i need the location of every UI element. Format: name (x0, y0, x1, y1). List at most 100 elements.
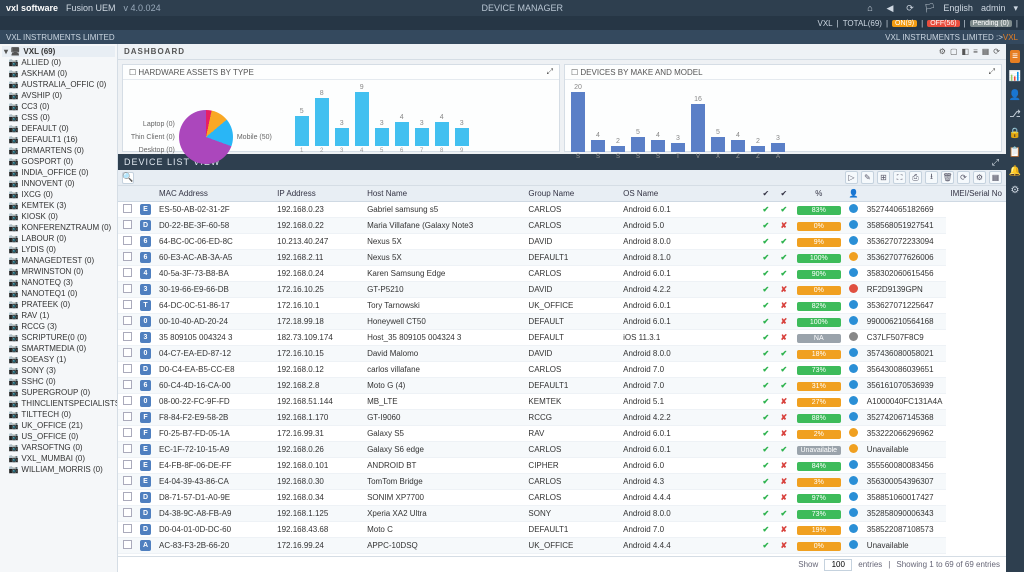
col-header[interactable]: % (793, 186, 845, 202)
rail-menu-icon[interactable]: ≡ (1010, 50, 1020, 63)
tree-item[interactable]: 📷KEMTEK (3) (2, 200, 115, 211)
dash-tool-icon[interactable]: ≡ (973, 47, 978, 56)
tree-item[interactable]: 📷SSHC (0) (2, 376, 115, 387)
table-row[interactable]: F F8-84-F2-E9-58-2B 192.168.1.170 GT-I90… (118, 410, 1006, 426)
rail-chart-icon[interactable]: 📊 (1009, 71, 1021, 82)
row-checkbox[interactable] (123, 364, 132, 373)
tree-item[interactable]: 📷DEFAULT (0) (2, 123, 115, 134)
user-label[interactable]: admin (981, 3, 1006, 13)
rail-user-icon[interactable]: 👤 (1009, 90, 1021, 101)
tree-item[interactable]: 📷AUSTRALIA_OFFIC (0) (2, 79, 115, 90)
toolbar-btn[interactable]: ▷ (845, 171, 858, 184)
tree-item[interactable]: 📷VARSOFTNG (0) (2, 442, 115, 453)
tree-item[interactable]: 📷SUPERGROUP (0) (2, 387, 115, 398)
row-checkbox[interactable] (123, 444, 132, 453)
row-checkbox[interactable] (123, 492, 132, 501)
col-header[interactable] (136, 186, 155, 202)
col-header[interactable]: ✔ (775, 186, 793, 202)
table-row[interactable]: D D0-C4-EA-B5-CC-E8 192.168.0.12 carlos … (118, 362, 1006, 378)
row-checkbox[interactable] (123, 540, 132, 549)
col-header[interactable]: ✔ (757, 186, 775, 202)
row-checkbox[interactable] (123, 220, 132, 229)
page-size-input[interactable] (824, 559, 852, 571)
table-row[interactable]: 6 64-BC-0C-06-ED-8C 10.213.40.247 Nexus … (118, 234, 1006, 250)
dash-tool-icon[interactable]: ▢ (950, 47, 958, 56)
tree-item[interactable]: 📷CC3 (0) (2, 101, 115, 112)
row-checkbox[interactable] (123, 508, 132, 517)
rail-bell-icon[interactable]: 🔔 (1009, 166, 1021, 177)
table-row[interactable]: E E4-FB-8F-06-DE-FF 192.168.0.101 ANDROI… (118, 458, 1006, 474)
tree-item[interactable]: 📷LABOUR (0) (2, 233, 115, 244)
search-icon[interactable]: 🔍 (122, 172, 134, 184)
toolbar-btn[interactable]: ⚙ (973, 171, 986, 184)
row-checkbox[interactable] (123, 236, 132, 245)
rail-template-icon[interactable]: 📋 (1009, 147, 1021, 158)
col-header[interactable]: Group Name (524, 186, 619, 202)
tree-item[interactable]: 📷INDIA_OFFICE (0) (2, 167, 115, 178)
tree-item[interactable]: 📷KIOSK (0) (2, 211, 115, 222)
dash-tool-icon[interactable]: ▦ (982, 47, 990, 56)
row-checkbox[interactable] (123, 284, 132, 293)
col-header[interactable]: OS Name (619, 186, 757, 202)
tree-item[interactable]: 📷KONFERENZTRAUM (0) (2, 222, 115, 233)
rail-lock-icon[interactable]: 🔒 (1009, 128, 1021, 139)
row-checkbox[interactable] (123, 252, 132, 261)
row-checkbox[interactable] (123, 476, 132, 485)
table-row[interactable]: E EC-1F-72-10-15-A9 192.168.0.26 Galaxy … (118, 442, 1006, 458)
toolbar-btn[interactable]: ✎ (861, 171, 874, 184)
home-icon[interactable]: ⌂ (864, 3, 876, 13)
tree-item[interactable]: 📷SCRIPTURE(0 (0) (2, 332, 115, 343)
expand-icon[interactable]: ⤢ (989, 67, 995, 77)
tree-item[interactable]: 📷NANOTEQ1 (0) (2, 288, 115, 299)
dash-tool-icon[interactable]: ◧ (962, 47, 970, 56)
table-row[interactable]: 0 08-00-22-FC-9F-FD 192.168.51.144 MB_LT… (118, 394, 1006, 410)
row-checkbox[interactable] (123, 396, 132, 405)
table-row[interactable]: 6 60-E3-AC-AB-3A-A5 192.168.2.11 Nexus 5… (118, 250, 1006, 266)
row-checkbox[interactable] (123, 428, 132, 437)
row-checkbox[interactable] (123, 316, 132, 325)
tree-item[interactable]: 📷TILTTECH (0) (2, 409, 115, 420)
lang-flag-icon[interactable]: 🏳 (924, 3, 935, 14)
tree-item[interactable]: 📷ASKHAM (0) (2, 68, 115, 79)
toolbar-btn[interactable]: ▦ (989, 171, 1002, 184)
table-row[interactable]: A AC-83-F3-2B-66-20 172.16.99.24 APPC-10… (118, 538, 1006, 554)
tree-item[interactable]: 📷CSS (0) (2, 112, 115, 123)
table-row[interactable]: 3 30-19-66-E9-66-DB 172.16.10.25 GT-P521… (118, 282, 1006, 298)
row-checkbox[interactable] (123, 204, 132, 213)
tree-item[interactable]: 📷SONY (3) (2, 365, 115, 376)
toolbar-btn[interactable]: ⭳ (925, 171, 938, 184)
tree-item[interactable]: 📷NANOTEQ (3) (2, 277, 115, 288)
lang-label[interactable]: English (943, 3, 973, 13)
tree-root[interactable]: ▾ 🖥VXL (69) (2, 46, 115, 57)
table-row[interactable]: T 64-DC-0C-51-86-17 172.16.10.1 Tory Tar… (118, 298, 1006, 314)
tree-item[interactable]: 📷RCCG (3) (2, 321, 115, 332)
col-header[interactable]: IMEI/Serial No (946, 186, 1006, 202)
col-header[interactable]: Host Name (363, 186, 524, 202)
tree-item[interactable]: 📷MANAGEDTEST (0) (2, 255, 115, 266)
breadcrumb-org1[interactable]: VXL INSTRUMENTS LIMITED :> (885, 33, 1003, 42)
tree-item[interactable]: 📷SMARTMEDIA (0) (2, 343, 115, 354)
row-checkbox[interactable] (123, 348, 132, 357)
table-row[interactable]: D D0-04-01-0D-DC-60 192.168.43.68 Moto C… (118, 522, 1006, 538)
col-header[interactable]: IP Address (273, 186, 363, 202)
tree-item[interactable]: 📷VXL_MUMBAI (0) (2, 453, 115, 464)
tree-item[interactable]: 📷DRMARTENS (0) (2, 145, 115, 156)
tree-item[interactable]: 📷WILLIAM_MORRIS (0) (2, 464, 115, 475)
row-checkbox[interactable] (123, 524, 132, 533)
table-row[interactable]: E E4-04-39-43-86-CA 192.168.0.30 TomTom … (118, 474, 1006, 490)
tree-item[interactable]: 📷AVSHIP (0) (2, 90, 115, 101)
chevron-down-icon[interactable]: ▾ (1013, 3, 1018, 14)
tree-item[interactable]: 📷GOSPORT (0) (2, 156, 115, 167)
tree-item[interactable]: 📷THINCLIENTSPECIALISTS (0) (2, 398, 115, 409)
table-row[interactable]: D D4-38-9C-A8-FB-A9 192.168.1.125 Xperia… (118, 506, 1006, 522)
tree-item[interactable]: 📷INNOVENT (0) (2, 178, 115, 189)
rail-gear-icon[interactable]: ⚙ (1011, 185, 1020, 196)
row-checkbox[interactable] (123, 412, 132, 421)
toolbar-btn[interactable]: ⟳ (957, 171, 970, 184)
tree-item[interactable]: 📷US_OFFICE (0) (2, 431, 115, 442)
toolbar-btn[interactable]: ⎙ (909, 171, 922, 184)
tree-item[interactable]: 📷IXCG (0) (2, 189, 115, 200)
table-row[interactable]: F F0-25-B7-FD-05-1A 172.16.99.31 Galaxy … (118, 426, 1006, 442)
col-header[interactable]: MAC Address (155, 186, 273, 202)
refresh-icon[interactable]: ⟳ (904, 3, 916, 14)
